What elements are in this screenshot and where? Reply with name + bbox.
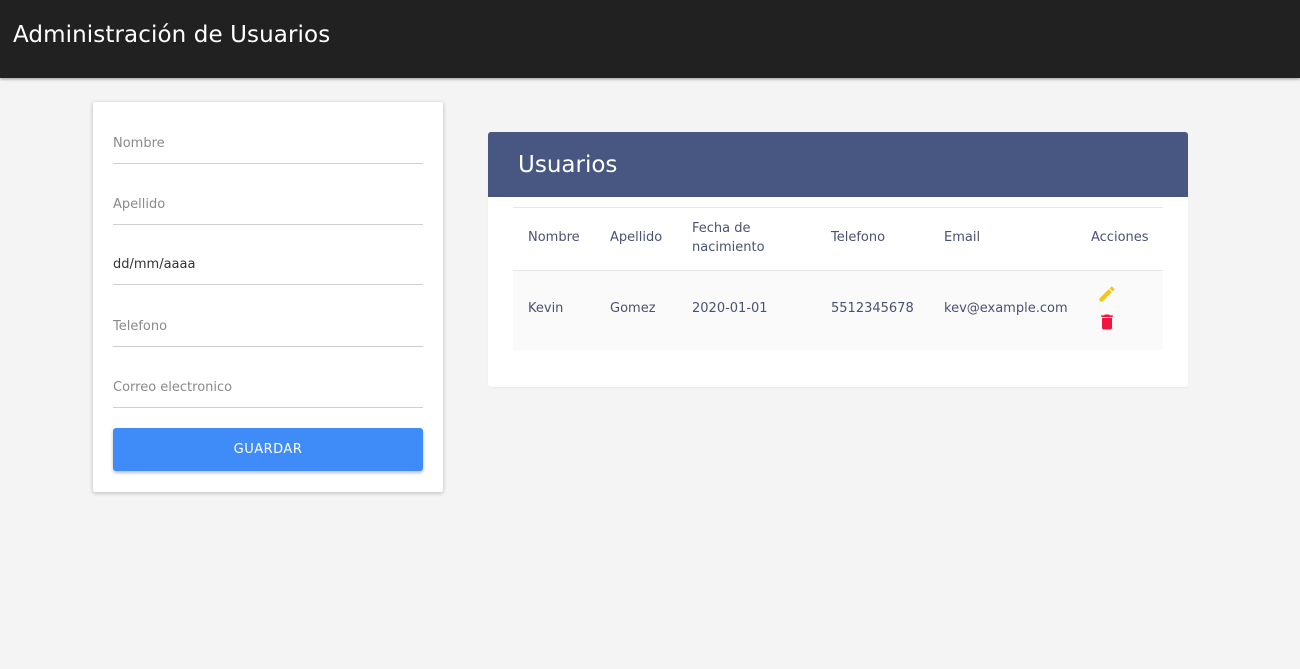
app-title: Administración de Usuarios — [13, 22, 331, 48]
cell-email: kev@example.com — [944, 301, 1068, 316]
table-row: Kevin Gomez 2020-01-01 5512345678 kev@ex… — [513, 271, 1163, 350]
users-panel: Usuarios Nombre Apellido Fecha de nacimi… — [488, 132, 1188, 387]
cell-telefono: 5512345678 — [831, 301, 914, 316]
correo-input[interactable] — [113, 368, 423, 408]
cell-apellido: Gomez — [610, 301, 656, 316]
users-table: Nombre Apellido Fecha de nacimiento Tele… — [513, 207, 1163, 350]
trash-icon[interactable] — [1097, 312, 1117, 332]
telefono-input[interactable] — [113, 307, 423, 347]
column-header-acciones: Acciones — [1091, 230, 1149, 245]
cell-nombre: Kevin — [528, 301, 564, 316]
fecha-nacimiento-input[interactable] — [113, 245, 423, 285]
cell-fecha: 2020-01-01 — [692, 301, 768, 316]
pencil-icon[interactable] — [1097, 284, 1117, 304]
column-header-fecha: Fecha de nacimiento — [692, 221, 765, 255]
column-header-nombre: Nombre — [528, 230, 580, 245]
apellido-input[interactable] — [113, 185, 423, 225]
users-header: Usuarios — [488, 132, 1188, 197]
column-header-email: Email — [944, 230, 981, 245]
column-header-apellido: Apellido — [610, 230, 663, 245]
nombre-input[interactable] — [113, 124, 423, 164]
guardar-button[interactable]: GUARDAR — [113, 428, 423, 471]
app-bar: Administración de Usuarios — [0, 0, 1300, 78]
table-header: Nombre Apellido Fecha de nacimiento Tele… — [513, 208, 1163, 271]
users-title: Usuarios — [518, 152, 618, 178]
user-form: GUARDAR — [93, 102, 443, 492]
column-header-telefono: Telefono — [831, 230, 886, 245]
